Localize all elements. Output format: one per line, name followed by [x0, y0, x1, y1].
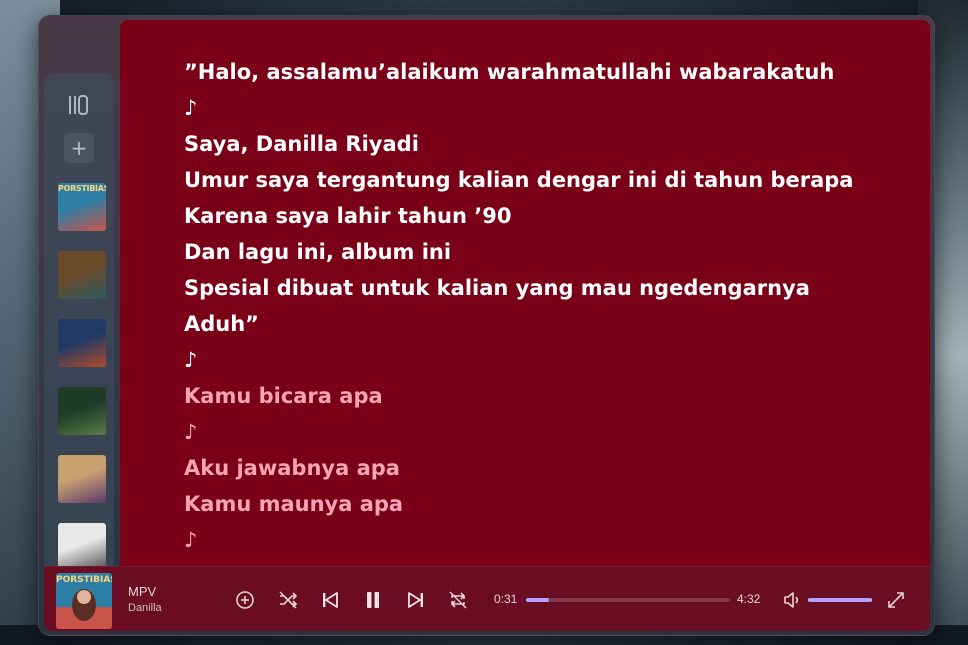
seek-bar[interactable]	[526, 598, 730, 602]
lyric-line[interactable]: ”Halo, assalamu’alaikum warahmatullahi w…	[184, 54, 853, 90]
lyric-line[interactable]: Dan lagu ini, album ini	[184, 234, 853, 270]
lyric-line[interactable]: Kamu bicara apa	[184, 378, 853, 414]
album-5[interactable]	[58, 455, 106, 503]
lyric-line[interactable]: Umur saya tergantung kalian dengar ini d…	[184, 162, 853, 198]
lyric-line[interactable]: Kamu maunya apa	[184, 486, 853, 522]
fullscreen-icon	[888, 592, 904, 608]
pause-icon	[367, 592, 379, 608]
track-title: MPV	[128, 584, 157, 599]
album-caption: PORSTIBIAS	[58, 184, 106, 193]
total-duration: 4:32	[737, 592, 761, 606]
album-6[interactable]	[58, 523, 106, 571]
lyric-line[interactable]: ♪	[184, 414, 853, 450]
lyric-line[interactable]: Saya, Danilla Riyadi	[184, 126, 853, 162]
album-3[interactable]	[58, 319, 106, 367]
lyric-line[interactable]: ♪	[184, 342, 853, 378]
add-playlist-button[interactable]: +	[64, 133, 94, 163]
plus-icon: +	[70, 136, 88, 160]
track-artist[interactable]: Danilla	[128, 602, 162, 614]
repeat-off-icon	[449, 591, 467, 609]
previous-button[interactable]	[317, 587, 343, 613]
next-button[interactable]	[403, 587, 429, 613]
volume-icon	[784, 592, 799, 608]
plus-circle-icon	[236, 591, 254, 609]
shuffle-button[interactable]	[275, 587, 301, 613]
lyric-line[interactable]: Spesial dibuat untuk kalian yang mau nge…	[184, 270, 853, 306]
skip-back-icon	[323, 592, 338, 608]
lyric-line[interactable]: ♪	[184, 90, 853, 126]
album-4[interactable]	[58, 387, 106, 435]
volume-slider[interactable]	[808, 598, 872, 602]
lyric-line[interactable]: Aku jawabnya apa	[184, 450, 853, 486]
mute-button[interactable]	[779, 587, 805, 613]
lyric-line[interactable]: Karena saya lahir tahun ’90	[184, 198, 853, 234]
player-bar: PORSTIBIAS MPV Danilla 0:31 4:32	[44, 566, 930, 631]
pause-button[interactable]	[360, 587, 386, 613]
album-2[interactable]	[58, 251, 106, 299]
now-playing-cover[interactable]: PORSTIBIAS	[56, 573, 112, 629]
cover-caption: PORSTIBIAS	[56, 575, 112, 585]
skip-forward-icon	[408, 592, 423, 608]
add-to-library-button[interactable]	[232, 587, 258, 613]
elapsed-time: 0:31	[494, 592, 518, 606]
lyric-line[interactable]: ♪	[184, 522, 853, 558]
repeat-button[interactable]	[445, 587, 471, 613]
library-sidebar: + PORSTIBIAS	[44, 73, 114, 573]
shuffle-off-icon	[279, 591, 298, 609]
fullscreen-button[interactable]	[883, 587, 909, 613]
album-porstibias[interactable]: PORSTIBIAS	[58, 183, 106, 231]
volume-slider-fill	[808, 598, 872, 602]
lyrics-panel: ”Halo, assalamu’alaikum warahmatullahi w…	[120, 20, 930, 570]
library-icon[interactable]	[67, 93, 91, 117]
lyrics-list: ”Halo, assalamu’alaikum warahmatullahi w…	[184, 54, 853, 558]
lyric-line[interactable]: Aduh”	[184, 306, 853, 342]
seek-bar-fill	[526, 598, 550, 602]
